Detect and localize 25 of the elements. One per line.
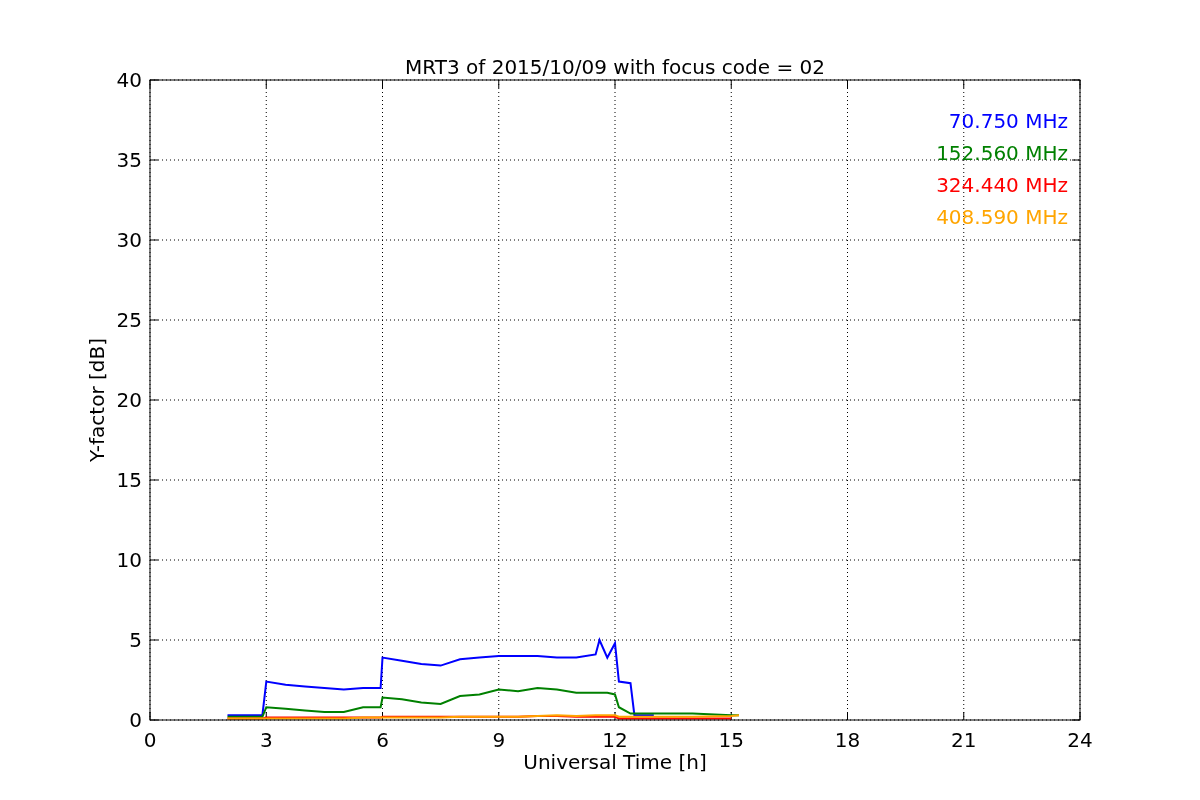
tick-label: 24 bbox=[1067, 728, 1093, 752]
tick-label: 6 bbox=[376, 728, 389, 752]
tick-label: 25 bbox=[116, 308, 142, 332]
legend-label: 408.590 MHz bbox=[936, 205, 1068, 229]
tick-label: 12 bbox=[602, 728, 628, 752]
tick-label: 15 bbox=[116, 468, 142, 492]
tick-label: 0 bbox=[129, 708, 142, 732]
tick-label: 10 bbox=[116, 548, 142, 572]
axis-label: Y-factor [dB] bbox=[85, 338, 109, 462]
legend-label: 70.750 MHz bbox=[948, 109, 1068, 133]
tick-label: 15 bbox=[718, 728, 744, 752]
tick-label: 40 bbox=[116, 68, 142, 92]
legend-label: 152.560 MHz bbox=[936, 141, 1068, 165]
tick-label: 21 bbox=[951, 728, 977, 752]
tick-label: 0 bbox=[143, 728, 157, 752]
tick-label: 18 bbox=[834, 728, 861, 752]
tick-label: 3 bbox=[259, 728, 273, 752]
legend-label: 324.440 MHz bbox=[936, 173, 1068, 197]
tick-label: 20 bbox=[116, 388, 142, 412]
tick-label: 35 bbox=[116, 148, 142, 172]
chart-title: MRT3 of 2015/10/09 with focus code = 02 bbox=[405, 55, 825, 79]
tick-label: 30 bbox=[116, 228, 142, 252]
tick-label: 5 bbox=[129, 628, 142, 652]
tick-label: 9 bbox=[492, 728, 506, 752]
axis-label: Universal Time [h] bbox=[523, 750, 707, 774]
